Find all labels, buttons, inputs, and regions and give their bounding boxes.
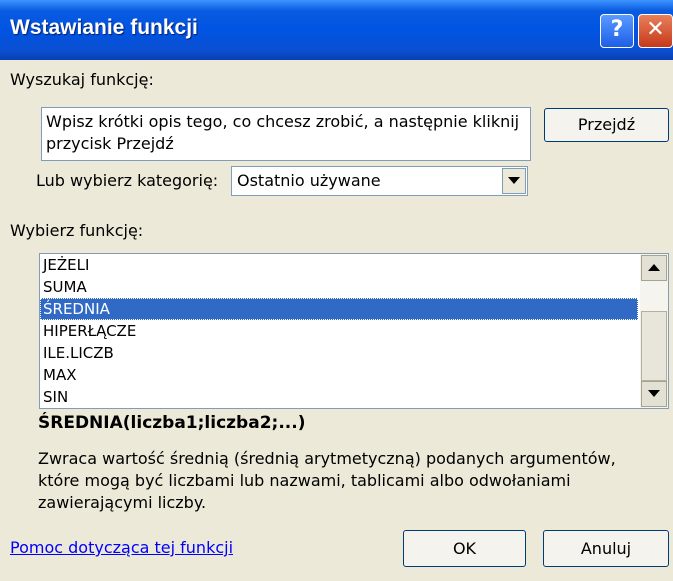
help-button[interactable]: ? — [600, 14, 634, 48]
category-label: Lub wybierz kategorię: — [36, 171, 219, 190]
function-list-item[interactable]: SUMA — [40, 276, 638, 298]
function-list-item[interactable]: MAX — [40, 364, 638, 386]
scroll-thumb[interactable] — [641, 311, 667, 381]
cancel-button[interactable]: Anuluj — [543, 530, 669, 567]
list-scrollbar[interactable] — [640, 254, 668, 408]
search-input[interactable]: Wpisz krótki opis tego, co chcesz zrobić… — [41, 107, 531, 161]
go-button[interactable]: Przejdź — [544, 108, 669, 142]
function-list[interactable]: JEŻELI SUMA ŚREDNIA HIPERŁĄCZE ILE.LICZB MAX S… — [39, 253, 669, 409]
search-label: Wyszukaj funkcję: — [10, 70, 154, 89]
category-select[interactable]: Ostatnio używane — [231, 166, 528, 196]
function-list-label: Wybierz funkcję: — [10, 221, 144, 240]
function-list-item[interactable]: SIN — [40, 386, 638, 408]
close-button[interactable]: ✕ — [638, 14, 673, 48]
function-signature: ŚREDNIA(liczba1;liczba2;...) — [38, 413, 306, 433]
ok-button[interactable]: OK — [403, 530, 526, 567]
function-list-item[interactable]: ILE.LICZB — [40, 342, 638, 364]
title-bar: Wstawianie funkcji ? ✕ — [0, 0, 673, 60]
chevron-down-icon[interactable] — [502, 168, 526, 194]
function-list-item[interactable]: ŚREDNIA — [40, 298, 638, 320]
scroll-down-icon[interactable] — [641, 381, 667, 407]
function-description: Zwraca wartość średnią (średnią arytmety… — [38, 449, 616, 512]
window-title: Wstawianie funkcji — [10, 16, 198, 39]
help-link[interactable]: Pomoc dotycząca tej funkcji — [10, 538, 233, 557]
category-value: Ostatnio używane — [237, 171, 381, 190]
scroll-up-icon[interactable] — [641, 255, 667, 281]
function-list-item[interactable]: JEŻELI — [40, 254, 638, 276]
function-list-item[interactable]: HIPERŁĄCZE — [40, 320, 638, 342]
